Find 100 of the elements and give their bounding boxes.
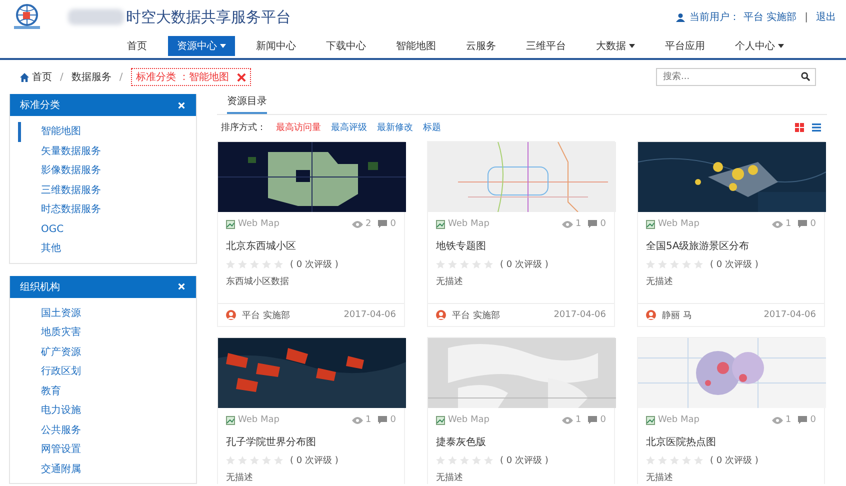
comment-count: 0 xyxy=(810,415,816,425)
star-icon[interactable] xyxy=(238,260,247,269)
sidebar-item[interactable]: 电力设施 xyxy=(18,401,196,420)
nav-tab[interactable]: 个人中心 xyxy=(726,36,793,56)
sidebar-item[interactable]: 矢量数据服务 xyxy=(18,142,196,161)
sidebar-item[interactable]: 其他 xyxy=(18,239,196,258)
map-icon xyxy=(436,416,445,424)
sidebar-item[interactable]: 公共服务 xyxy=(18,420,196,440)
star-icon[interactable] xyxy=(448,260,457,269)
star-icon[interactable] xyxy=(694,260,703,269)
star-icon[interactable] xyxy=(250,260,259,269)
star-icon[interactable] xyxy=(682,260,691,269)
breadcrumb-link[interactable]: 数据服务 xyxy=(71,70,112,84)
resource-card[interactable]: Web Map 1 0 北京医院热点图 ( 0 次评级 ) 无描述 xyxy=(637,337,825,484)
nav-tab[interactable]: 智能地图 xyxy=(387,36,445,56)
nav-tab[interactable]: 平台应用 xyxy=(656,36,714,56)
comment-count: 0 xyxy=(600,415,606,425)
item-type: Web Map xyxy=(238,415,280,425)
sort-option[interactable]: 最高评级 xyxy=(331,120,367,134)
site-title: 时空大数据共享服务平台 xyxy=(126,8,291,26)
user-link[interactable]: 平台 实施部 xyxy=(743,10,797,24)
resource-card[interactable]: Web Map 1 0 孔子学院世界分布图 ( 0 次评级 ) 无描述 xyxy=(217,337,405,484)
nav-tab[interactable]: 三维平台 xyxy=(517,36,575,56)
sidebar-item[interactable]: 国土资源 xyxy=(18,304,196,323)
sort-label: 排序方式： xyxy=(221,122,266,134)
panel-title: 标准分类 xyxy=(20,98,60,112)
user-icon xyxy=(676,12,686,22)
card-title[interactable]: 孔子学院世界分布图 xyxy=(218,425,404,449)
sidebar-item[interactable]: 影像数据服务 xyxy=(18,161,196,180)
sidebar-item[interactable]: 时态数据服务 xyxy=(18,200,196,220)
star-icon[interactable] xyxy=(250,456,259,465)
grid-view-icon[interactable] xyxy=(795,122,804,132)
sidebar-item[interactable]: 三维数据服务 xyxy=(18,180,196,200)
nav-tab[interactable]: 云服务 xyxy=(457,36,505,56)
resource-card[interactable]: Web Map 1 0 全国5A级旅游景区分布 ( 0 次评级 ) 无描述 静丽 马 2017-04-06 xyxy=(637,141,825,327)
star-icon[interactable] xyxy=(460,260,469,269)
sidebar-item[interactable]: 教育 xyxy=(18,382,196,401)
eye-icon xyxy=(772,220,783,228)
star-icon[interactable] xyxy=(262,260,271,269)
nav-tab[interactable]: 资源中心 xyxy=(168,36,235,56)
comment-count: 0 xyxy=(810,219,816,229)
star-icon[interactable] xyxy=(436,456,445,465)
card-title[interactable]: 北京医院热点图 xyxy=(638,425,824,449)
resource-card[interactable]: Web Map 1 0 地铁专题图 ( 0 次评级 ) 无描述 平台 实施部 2017-04-06 xyxy=(427,141,615,327)
star-icon[interactable] xyxy=(448,456,457,465)
star-icon[interactable] xyxy=(484,260,493,269)
star-icon[interactable] xyxy=(694,456,703,465)
card-title[interactable]: 捷泰灰色版 xyxy=(428,425,614,449)
star-icon[interactable] xyxy=(658,260,667,269)
sidebar-item[interactable]: 矿产资源 xyxy=(18,342,196,362)
resource-card[interactable]: Web Map 1 0 捷泰灰色版 ( 0 次评级 ) 无描述 xyxy=(427,337,615,484)
star-icon[interactable] xyxy=(646,456,655,465)
nav-tab[interactable]: 下载中心 xyxy=(317,36,375,56)
avatar-icon xyxy=(436,310,446,320)
sidebar-item[interactable]: OGC xyxy=(18,220,196,239)
star-icon[interactable] xyxy=(238,456,247,465)
star-icon[interactable] xyxy=(262,456,271,465)
star-icon[interactable] xyxy=(670,456,679,465)
star-icon[interactable] xyxy=(670,260,679,269)
star-icon[interactable] xyxy=(274,260,283,269)
nav-tab[interactable]: 首页 xyxy=(118,36,156,56)
catalog-tab[interactable]: 资源目录 xyxy=(227,94,267,114)
sidebar-item[interactable]: 地质灾害 xyxy=(18,323,196,342)
sidebar-item[interactable]: 智能地图 xyxy=(18,122,196,142)
star-icon[interactable] xyxy=(682,456,691,465)
home-icon xyxy=(20,72,29,82)
logout-link[interactable]: 退出 xyxy=(816,10,836,24)
card-title[interactable]: 全国5A级旅游景区分布 xyxy=(638,229,824,253)
star-icon[interactable] xyxy=(484,456,493,465)
card-title[interactable]: 北京东西城小区 xyxy=(218,229,404,253)
sort-option[interactable]: 标题 xyxy=(423,120,441,134)
comment-count: 0 xyxy=(390,415,396,425)
star-icon[interactable] xyxy=(460,456,469,465)
card-description: 无描述 xyxy=(225,472,254,484)
sort-option[interactable]: 最新修改 xyxy=(377,120,413,134)
star-icon[interactable] xyxy=(658,456,667,465)
star-icon[interactable] xyxy=(274,456,283,465)
star-icon[interactable] xyxy=(436,260,445,269)
breadcrumb-link[interactable]: 首页 xyxy=(20,70,52,84)
rating-count: ( 0 次评级 ) xyxy=(290,454,338,467)
comment-icon xyxy=(588,416,598,424)
close-icon[interactable] xyxy=(236,72,246,82)
star-icon[interactable] xyxy=(472,260,481,269)
nav-tab[interactable]: 新闻中心 xyxy=(247,36,305,56)
sidebar-item[interactable]: 行政区划 xyxy=(18,362,196,382)
star-icon[interactable] xyxy=(646,260,655,269)
nav-tab[interactable]: 大数据 xyxy=(587,36,644,56)
comment-icon xyxy=(588,220,598,228)
search-field[interactable]: 搜索... xyxy=(656,68,816,86)
sort-option[interactable]: 最高访问量 xyxy=(276,120,321,134)
star-icon[interactable] xyxy=(472,456,481,465)
sidebar-item[interactable]: 交通附属 xyxy=(18,460,196,479)
list-view-icon[interactable] xyxy=(812,122,821,132)
author-name: 平台 实施部 xyxy=(242,310,290,322)
search-icon[interactable] xyxy=(801,72,810,81)
sidebar-item[interactable]: 网管设置 xyxy=(18,440,196,460)
resource-card[interactable]: Web Map 2 0 北京东西城小区 ( 0 次评级 ) 东西城小区数据 平台 实施部 2017-04-06 xyxy=(217,141,405,327)
star-icon[interactable] xyxy=(226,456,235,465)
star-icon[interactable] xyxy=(226,260,235,269)
card-title[interactable]: 地铁专题图 xyxy=(428,229,614,253)
